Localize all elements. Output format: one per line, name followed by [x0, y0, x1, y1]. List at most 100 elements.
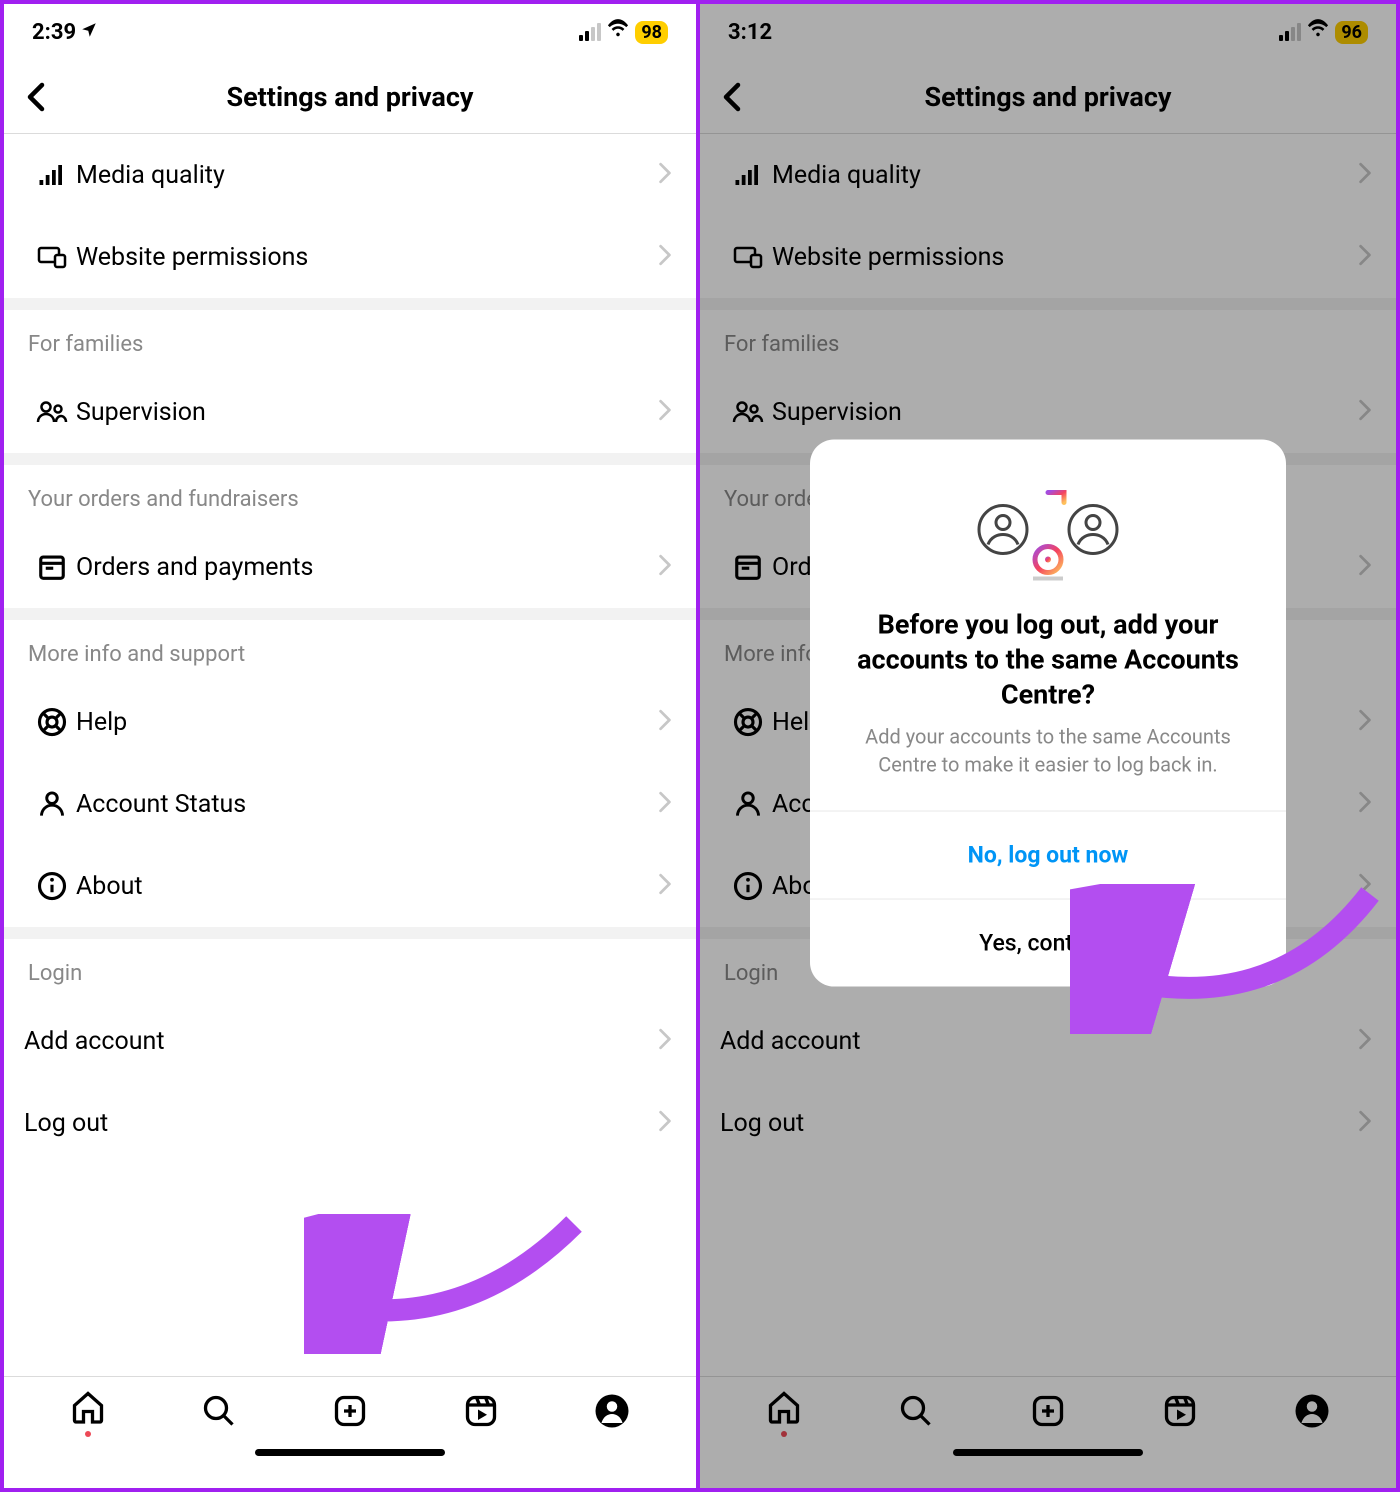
section-for-families: For families [700, 310, 1396, 371]
chevron-right-icon [1358, 162, 1372, 188]
page-title: Settings and privacy [4, 81, 696, 113]
nav-new-post[interactable] [332, 1393, 368, 1433]
nav-reels[interactable] [1162, 1393, 1198, 1433]
nav-search[interactable] [201, 1393, 237, 1433]
row-media-quality[interactable]: Media quality [4, 134, 696, 216]
status-bar: 3:12 96 [700, 4, 1396, 60]
row-add-account[interactable]: Add account [700, 1000, 1396, 1082]
modal-illustration [810, 440, 1286, 590]
nav-new-post[interactable] [1030, 1393, 1066, 1433]
page-title: Settings and privacy [700, 81, 1396, 113]
chevron-right-icon [658, 1110, 672, 1136]
modal-description: Add your accounts to the same Accounts C… [810, 723, 1286, 811]
chevron-right-icon [1358, 244, 1372, 270]
row-label: About [76, 872, 658, 901]
lifebuoy-icon [28, 707, 76, 737]
nav-home[interactable] [70, 1389, 106, 1437]
back-button[interactable] [16, 77, 56, 117]
person-icon [724, 789, 772, 819]
row-label: Log out [720, 1109, 1358, 1138]
section-orders: Your orders and fundraisers [4, 465, 696, 526]
person-icon [28, 789, 76, 819]
status-time: 2:39 [32, 20, 76, 45]
info-icon [28, 871, 76, 901]
devices-icon [28, 243, 76, 271]
nav-reels[interactable] [463, 1393, 499, 1433]
chevron-right-icon [658, 873, 672, 899]
row-log-out[interactable]: Log out [4, 1082, 696, 1164]
devices-icon [724, 243, 772, 271]
chevron-right-icon [1358, 1028, 1372, 1054]
nav-search[interactable] [898, 1393, 934, 1433]
chevron-right-icon [658, 162, 672, 188]
info-icon [724, 871, 772, 901]
home-indicator [953, 1449, 1143, 1456]
bottom-nav [700, 1376, 1396, 1488]
row-label: Orders and payments [76, 553, 658, 582]
row-media-quality[interactable]: Media quality [700, 134, 1396, 216]
modal-continue-button[interactable]: Yes, continue [810, 899, 1286, 987]
cellular-signal-icon [579, 23, 601, 41]
box-icon [724, 552, 772, 582]
chevron-right-icon [1358, 873, 1372, 899]
battery-indicator: 96 [1335, 21, 1368, 44]
logout-modal: Before you log out, add your accounts to… [810, 440, 1286, 987]
section-login: Login [4, 939, 696, 1000]
section-for-families: For families [4, 310, 696, 371]
row-supervision[interactable]: Supervision [4, 371, 696, 453]
wifi-icon [607, 18, 629, 46]
bottom-nav [4, 1376, 696, 1488]
wifi-icon [1307, 18, 1329, 46]
row-label: Website permissions [76, 243, 658, 272]
chevron-right-icon [1358, 399, 1372, 425]
chevron-right-icon [1358, 1110, 1372, 1136]
nav-profile[interactable] [1294, 1393, 1330, 1433]
row-add-account[interactable]: Add account [4, 1000, 696, 1082]
row-label: Media quality [772, 161, 1358, 190]
row-account-status[interactable]: Account Status [4, 763, 696, 845]
chevron-right-icon [658, 709, 672, 735]
chevron-right-icon [658, 1028, 672, 1054]
chevron-right-icon [1358, 709, 1372, 735]
modal-logout-now-button[interactable]: No, log out now [810, 811, 1286, 899]
row-website-permissions[interactable]: Website permissions [4, 216, 696, 298]
row-help[interactable]: Help [4, 681, 696, 763]
screenshot-left: 2:39 98 Settings and privacy Media quali… [0, 0, 700, 1492]
home-indicator [255, 1449, 445, 1456]
section-more-info: More info and support [4, 620, 696, 681]
nav-profile[interactable] [594, 1393, 630, 1433]
page-header: Settings and privacy [4, 60, 696, 134]
row-label: Media quality [76, 161, 658, 190]
row-website-permissions[interactable]: Website permissions [700, 216, 1396, 298]
row-log-out[interactable]: Log out [700, 1082, 1396, 1164]
status-bar: 2:39 98 [4, 4, 696, 60]
row-label: Supervision [772, 398, 1358, 427]
location-icon [80, 20, 98, 45]
row-label: Log out [24, 1109, 658, 1138]
back-button[interactable] [712, 77, 752, 117]
chevron-right-icon [1358, 554, 1372, 580]
screenshot-right: 3:12 96 Settings and privacy Media quali… [700, 0, 1400, 1492]
chevron-right-icon [658, 554, 672, 580]
lifebuoy-icon [724, 707, 772, 737]
people-icon [724, 398, 772, 426]
cellular-signal-icon [1279, 23, 1301, 41]
chevron-right-icon [1358, 791, 1372, 817]
chevron-right-icon [658, 399, 672, 425]
row-about[interactable]: About [4, 845, 696, 927]
bars-icon [28, 160, 76, 190]
chevron-right-icon [658, 244, 672, 270]
row-label: Supervision [76, 398, 658, 427]
row-label: Help [76, 708, 658, 737]
nav-home[interactable] [766, 1389, 802, 1437]
row-label: Add account [24, 1027, 658, 1056]
row-label: Website permissions [772, 243, 1358, 272]
box-icon [28, 552, 76, 582]
people-icon [28, 398, 76, 426]
chevron-right-icon [658, 791, 672, 817]
bars-icon [724, 160, 772, 190]
status-time: 3:12 [728, 20, 772, 45]
row-orders-payments[interactable]: Orders and payments [4, 526, 696, 608]
battery-indicator: 98 [635, 21, 668, 44]
page-header: Settings and privacy [700, 60, 1396, 134]
